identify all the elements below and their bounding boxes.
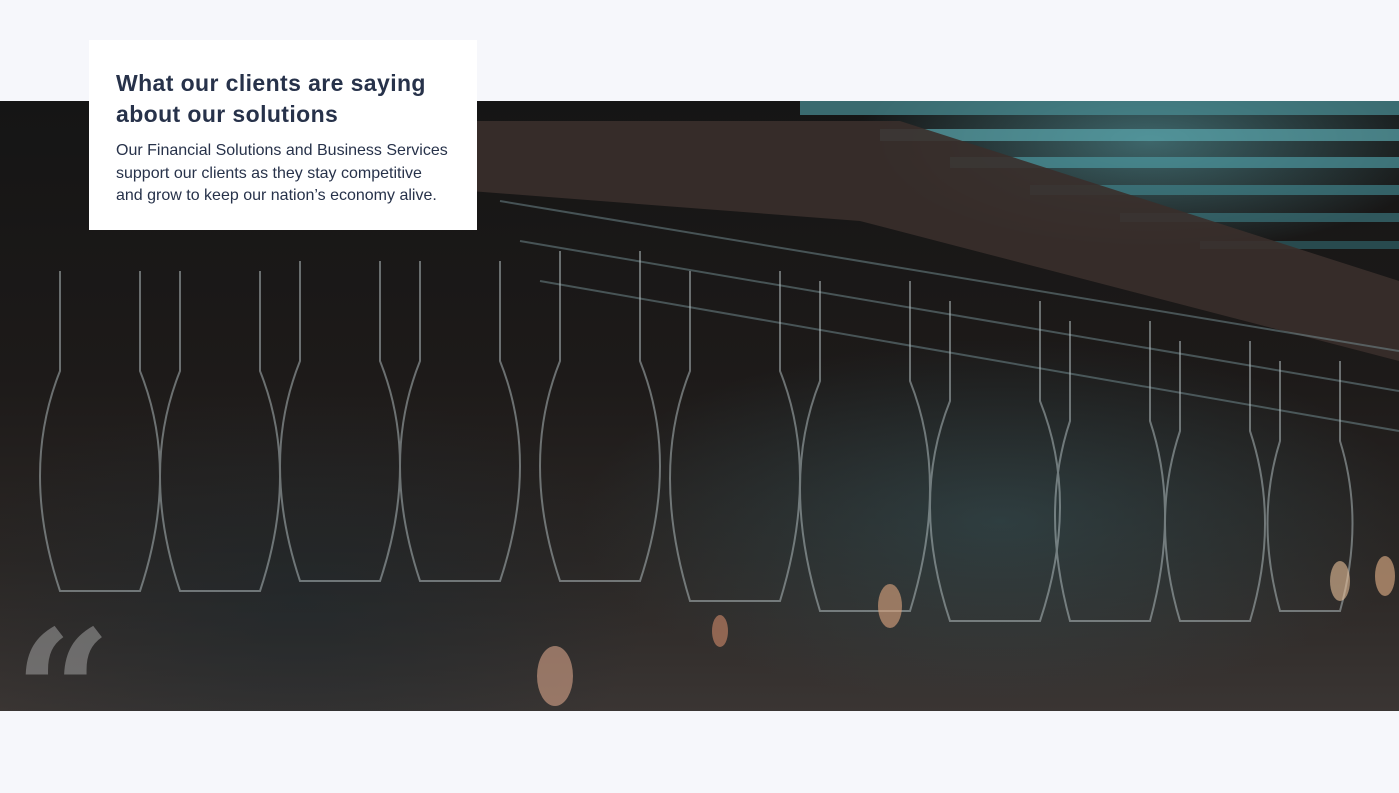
quote-icon: “ bbox=[14, 593, 112, 793]
intro-card: What our clients are saying about our so… bbox=[89, 40, 477, 230]
section-title: What our clients are saying about our so… bbox=[116, 70, 426, 127]
glasses bbox=[39, 251, 1354, 622]
section-description: Our Financial Solutions and Business Ser… bbox=[116, 142, 448, 204]
bokeh-lights bbox=[537, 556, 1395, 706]
